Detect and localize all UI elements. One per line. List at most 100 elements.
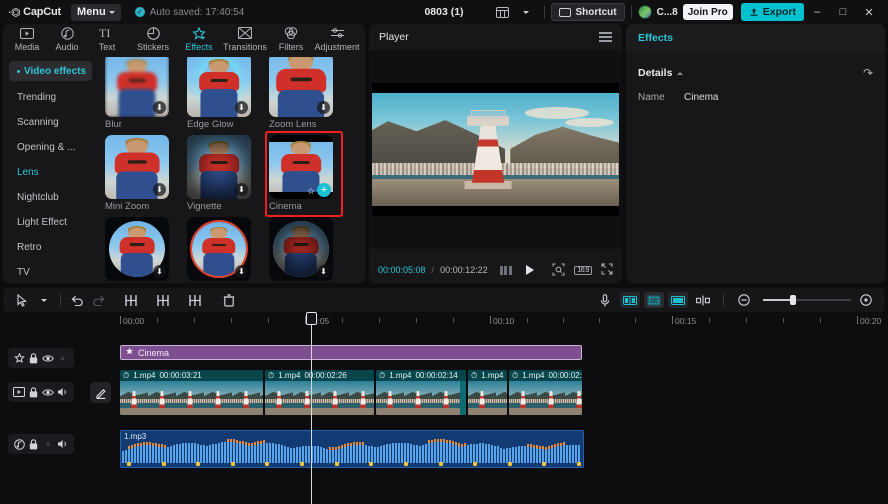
redo-icon[interactable]: [88, 289, 110, 311]
timeline-ruler[interactable]: 00:00 00:05 00:10 00:15 00:20: [0, 314, 888, 332]
video-clip-4[interactable]: ⏱ 1.mp4: [468, 370, 508, 415]
aspect-ratio-icon[interactable]: 16:9: [574, 265, 592, 275]
effects-grid-scroll[interactable]: Backlit Focus Exposure Motion Blur ⬇ Blu…: [98, 57, 365, 283]
effect-track-header[interactable]: ●: [8, 348, 74, 368]
effect-cell-circle-2[interactable]: ⬇: [187, 217, 258, 281]
nav-media[interactable]: Media: [7, 24, 47, 52]
media-icon[interactable]: [13, 386, 26, 398]
join-pro-button[interactable]: Join Pro: [682, 4, 733, 20]
category-item-scanning[interactable]: Scanning: [3, 110, 98, 135]
video-track-header[interactable]: [8, 382, 74, 402]
category-item-opening[interactable]: Opening & ...: [3, 135, 98, 160]
nav-transitions[interactable]: Transitions: [219, 24, 271, 52]
split-keyframe-icon[interactable]: [692, 289, 714, 311]
account-area[interactable]: C...8 Join Pro: [637, 4, 733, 20]
crop-icon[interactable]: [552, 263, 565, 278]
playhead[interactable]: [306, 312, 317, 504]
project-tab[interactable]: 0803 (1): [424, 6, 463, 18]
download-icon[interactable]: ⬇: [235, 183, 248, 196]
hamburger-icon[interactable]: [599, 32, 612, 42]
category-item-lens[interactable]: Lens: [3, 160, 98, 185]
eye-icon[interactable]: [42, 352, 55, 364]
category-header-video-effects[interactable]: Video effects: [9, 61, 92, 81]
reset-icon[interactable]: ↷: [863, 66, 873, 80]
layout-icon[interactable]: [490, 1, 514, 23]
lock-icon[interactable]: [28, 438, 40, 450]
nav-filters[interactable]: Filters: [271, 24, 311, 52]
category-item-nightclub[interactable]: Nightclub: [3, 185, 98, 210]
audio-icon[interactable]: [13, 438, 25, 450]
video-clip-5[interactable]: ⏱ 1.mp4 00:00:02:13: [509, 370, 583, 415]
category-item-tv[interactable]: TV: [3, 260, 98, 283]
undo-icon[interactable]: [66, 289, 88, 311]
favorite-star-icon[interactable]: ☆: [307, 187, 315, 196]
video-clip-2[interactable]: ⏱ 1.mp4 00:00:02:26: [265, 370, 375, 415]
lock-icon[interactable]: [28, 386, 40, 398]
category-item-trending[interactable]: Trending: [3, 85, 98, 110]
nav-effects[interactable]: Effects: [179, 24, 219, 52]
download-icon[interactable]: ⬇: [153, 183, 166, 196]
mirror-icon[interactable]: [620, 292, 640, 308]
zoom-out-icon[interactable]: [733, 289, 755, 311]
shortcut-button[interactable]: Shortcut: [551, 3, 625, 21]
nav-text[interactable]: TI Text: [87, 24, 127, 52]
chevron-up-icon[interactable]: [677, 71, 684, 75]
crop-icon[interactable]: [644, 292, 664, 308]
video-clip-3[interactable]: ⏱ 1.mp4 00:00:02:14: [376, 370, 467, 415]
nav-audio[interactable]: Audio: [47, 24, 87, 52]
menu-button[interactable]: Menu: [71, 3, 121, 21]
eye-icon[interactable]: [42, 386, 55, 398]
download-icon[interactable]: ⬇: [153, 265, 166, 278]
trim-right-icon[interactable]: [184, 289, 206, 311]
microphone-icon[interactable]: [594, 289, 616, 311]
maximize-button[interactable]: □: [830, 0, 856, 24]
download-icon[interactable]: ⬇: [235, 265, 248, 278]
effect-clip-cinema[interactable]: Cinema: [120, 345, 582, 360]
nav-adjustment[interactable]: Adjustment: [311, 24, 363, 52]
download-icon[interactable]: ⬇: [235, 101, 248, 114]
freeze-icon[interactable]: [668, 292, 688, 308]
layout-dropdown-icon[interactable]: [514, 1, 538, 23]
export-button[interactable]: Export: [740, 3, 804, 21]
volume-icon[interactable]: [57, 438, 69, 450]
lock-icon[interactable]: [28, 352, 40, 364]
split-icon[interactable]: [120, 289, 142, 311]
minimize-button[interactable]: –: [804, 0, 830, 24]
category-item-retro[interactable]: Retro: [3, 235, 98, 260]
chevron-down-icon[interactable]: [33, 289, 55, 311]
download-icon[interactable]: ⬇: [317, 265, 330, 278]
audio-clip-1[interactable]: 1.mp3: [120, 430, 584, 468]
effect-cell-circle-3[interactable]: ⬇: [269, 217, 340, 281]
effects-icon: [192, 26, 206, 40]
cursor-select-icon[interactable]: [11, 289, 33, 311]
play-icon[interactable]: [525, 265, 534, 275]
video-clip-1[interactable]: ⏱ 1.mp4 00:00:03:21: [120, 370, 264, 415]
download-icon[interactable]: ⬇: [317, 101, 330, 114]
download-icon[interactable]: ⬇: [153, 101, 166, 114]
playhead-handle[interactable]: [306, 312, 317, 325]
fullscreen-icon[interactable]: [601, 263, 613, 277]
effect-cell-edge-glow[interactable]: ⬇ Edge Glow: [187, 57, 258, 131]
effect-cell-cinema[interactable]: ☆ + Cinema: [265, 131, 343, 217]
effect-cell-circle-1[interactable]: ⬇: [105, 217, 176, 281]
volume-icon[interactable]: [57, 386, 69, 398]
add-icon[interactable]: +: [317, 183, 331, 197]
category-item-light-effect[interactable]: Light Effect: [3, 210, 98, 235]
effect-cell-zoom-lens[interactable]: ⬇ Zoom Lens: [269, 57, 340, 131]
effect-cell-vignette[interactable]: ⬇ Vignette: [187, 135, 258, 213]
frames-icon[interactable]: [499, 265, 512, 275]
effect-cell-blur[interactable]: ⬇ Blur: [105, 57, 176, 131]
pencil-icon[interactable]: [90, 382, 111, 403]
nav-stickers[interactable]: Stickers: [127, 24, 179, 52]
trim-left-icon[interactable]: [152, 289, 174, 311]
player-stage[interactable]: [369, 50, 622, 249]
effect-cell-mini-zoom[interactable]: ⬇ Mini Zoom: [105, 135, 176, 213]
player-right-controls: 16:9: [552, 263, 613, 278]
zoom-slider[interactable]: [763, 295, 851, 305]
audio-track-header[interactable]: ●: [8, 434, 74, 454]
close-button[interactable]: ✕: [856, 0, 882, 24]
delete-icon[interactable]: [218, 289, 240, 311]
effects-icon[interactable]: [13, 352, 25, 364]
zoom-in-icon[interactable]: [855, 289, 877, 311]
zoom-slider-knob[interactable]: [790, 295, 796, 305]
